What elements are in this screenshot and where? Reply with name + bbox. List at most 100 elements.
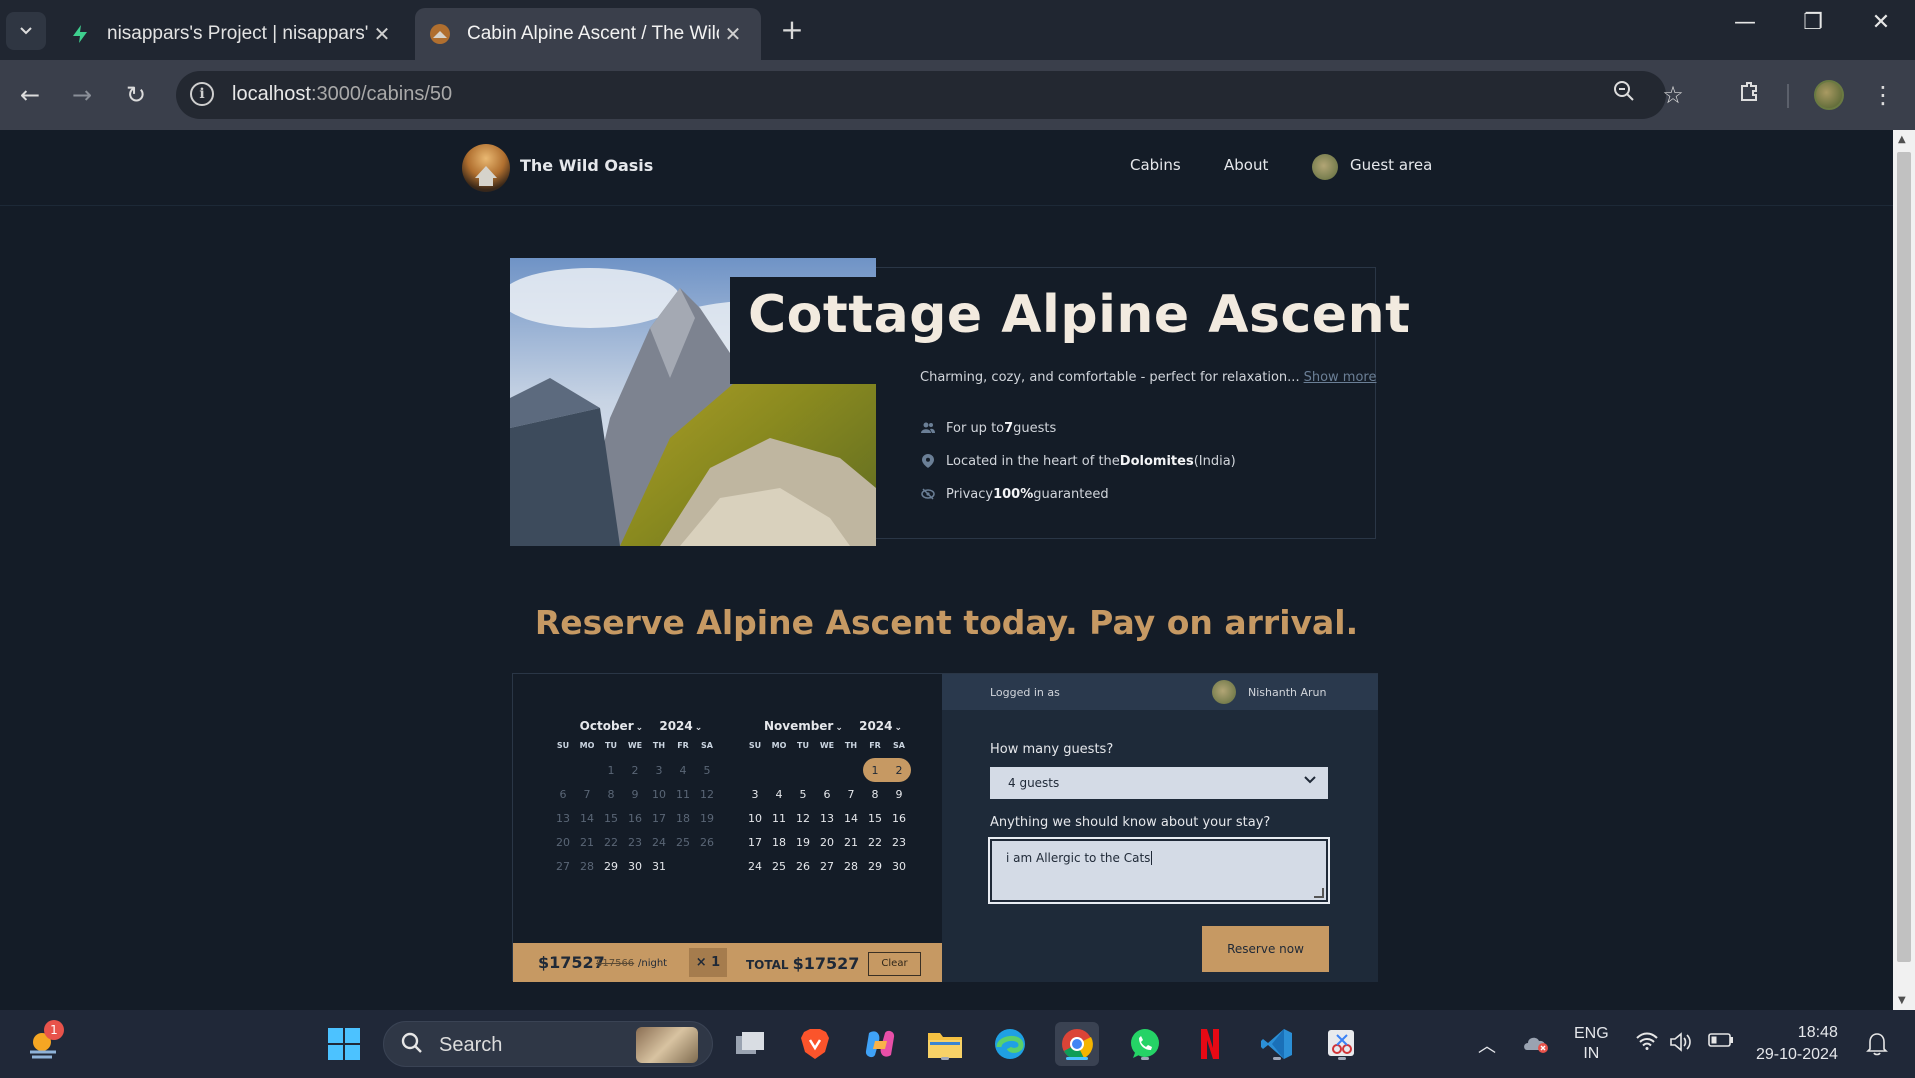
calendar-day[interactable]: 17 bbox=[743, 830, 767, 854]
address-bar[interactable]: i localhost:3000/cabins/50 bbox=[176, 71, 1666, 119]
windows-start-icon[interactable] bbox=[322, 1022, 366, 1066]
clear-button[interactable]: Clear bbox=[868, 952, 921, 976]
tab-supabase-project[interactable]: nisappars's Project | nisappars's ✕ bbox=[55, 8, 410, 60]
calendar-day[interactable]: 15 bbox=[863, 806, 887, 830]
calendar-day[interactable]: 24 bbox=[743, 854, 767, 878]
nav-about[interactable]: About bbox=[1224, 156, 1268, 174]
calendar-day[interactable]: 8 bbox=[863, 782, 887, 806]
close-tab-icon[interactable]: ✕ bbox=[368, 22, 396, 46]
scroll-down-arrow-icon[interactable]: ▼ bbox=[1898, 995, 1906, 1006]
battery-icon[interactable] bbox=[1708, 1032, 1734, 1053]
calendar-day[interactable]: 10 bbox=[743, 806, 767, 830]
site-info-icon[interactable]: i bbox=[190, 82, 214, 106]
netflix-icon[interactable] bbox=[1188, 1022, 1232, 1066]
calendar-day[interactable]: 30 bbox=[887, 854, 911, 878]
file-explorer-icon[interactable] bbox=[923, 1022, 967, 1066]
forward-icon[interactable]: → bbox=[62, 76, 102, 114]
calendar-day[interactable]: 6 bbox=[815, 782, 839, 806]
minimize-icon[interactable]: — bbox=[1720, 10, 1770, 35]
cabin-description: Charming, cozy, and comfortable - perfec… bbox=[920, 370, 1376, 385]
chrome-browser-icon[interactable] bbox=[1055, 1022, 1099, 1066]
year-select[interactable]: 2024 bbox=[659, 719, 692, 733]
tab-search-button[interactable] bbox=[6, 12, 46, 50]
brand-name[interactable]: The Wild Oasis bbox=[520, 156, 653, 175]
wifi-icon[interactable] bbox=[1636, 1032, 1658, 1055]
observations-textarea[interactable]: i am Allergic to the Cats bbox=[988, 837, 1330, 904]
input-language[interactable]: ENG IN bbox=[1574, 1024, 1609, 1064]
volume-icon[interactable] bbox=[1670, 1032, 1694, 1057]
calendar-day[interactable]: 27 bbox=[815, 854, 839, 878]
calendar-day[interactable]: 22 bbox=[863, 830, 887, 854]
reserve-now-button[interactable]: Reserve now bbox=[1202, 926, 1329, 972]
calendar-day[interactable]: 9 bbox=[887, 782, 911, 806]
window-close-icon[interactable]: ✕ bbox=[1856, 10, 1906, 35]
calendar-day[interactable]: 7 bbox=[839, 782, 863, 806]
calendar-day[interactable]: 25 bbox=[767, 854, 791, 878]
restore-icon[interactable]: ❐ bbox=[1788, 10, 1838, 35]
show-more-link[interactable]: Show more bbox=[1304, 370, 1377, 385]
year-select[interactable]: 2024 bbox=[859, 719, 892, 733]
calendar-month-october: October ⌄ 2024 ⌄ SU MO TU WE TH FR SA 1234567891… bbox=[551, 719, 731, 878]
calendar-day[interactable]: 30 bbox=[623, 854, 647, 878]
copilot-icon[interactable] bbox=[858, 1022, 902, 1066]
url-text[interactable]: localhost:3000/cabins/50 bbox=[232, 83, 452, 106]
guests-select[interactable]: 4 guests bbox=[990, 767, 1328, 799]
calendar-day[interactable]: 28 bbox=[839, 854, 863, 878]
calendar-day[interactable]: 29 bbox=[863, 854, 887, 878]
calendar-day[interactable]: 20 bbox=[815, 830, 839, 854]
profile-avatar[interactable] bbox=[1814, 80, 1844, 110]
calendar-day[interactable]: 3 bbox=[743, 782, 767, 806]
calendar-day[interactable]: 5 bbox=[791, 782, 815, 806]
calendar-day[interactable]: 29 bbox=[599, 854, 623, 878]
nav-guest-area[interactable]: Guest area bbox=[1350, 156, 1432, 174]
nav-cabins[interactable]: Cabins bbox=[1130, 156, 1181, 174]
calendar-day[interactable]: 12 bbox=[791, 806, 815, 830]
calendar-day[interactable]: 1 bbox=[863, 758, 887, 782]
calendar-day[interactable]: 18 bbox=[767, 830, 791, 854]
calendar-day[interactable]: 16 bbox=[887, 806, 911, 830]
wild-oasis-logo[interactable] bbox=[462, 144, 510, 192]
calendar-day[interactable]: 14 bbox=[839, 806, 863, 830]
onedrive-error-icon[interactable] bbox=[1522, 1032, 1550, 1059]
brave-browser-icon[interactable] bbox=[793, 1022, 837, 1066]
calendar-day: 2 bbox=[631, 763, 639, 777]
vscode-icon[interactable] bbox=[1255, 1022, 1299, 1066]
resize-handle[interactable] bbox=[1314, 888, 1324, 898]
guest-avatar[interactable] bbox=[1312, 154, 1338, 180]
bookmark-star-icon[interactable]: ☆ bbox=[1656, 78, 1690, 112]
extensions-icon[interactable] bbox=[1732, 78, 1766, 112]
toolbar-divider bbox=[1787, 84, 1789, 108]
system-clock[interactable]: 18:48 29-10-2024 bbox=[1756, 1022, 1838, 1066]
scrollbar-thumb[interactable] bbox=[1897, 152, 1911, 962]
snipping-tool-icon[interactable] bbox=[1320, 1022, 1364, 1066]
reload-icon[interactable]: ↻ bbox=[116, 76, 156, 114]
tab-cabin-alpine-ascent[interactable]: Cabin Alpine Ascent / The Wild ✕ bbox=[415, 8, 761, 60]
show-hidden-icons-chevron-icon[interactable]: ︿ bbox=[1478, 1032, 1496, 1058]
notification-center-icon[interactable] bbox=[1866, 1032, 1888, 1061]
calendar-day[interactable]: 23 bbox=[887, 830, 911, 854]
calendar-day[interactable]: 26 bbox=[791, 854, 815, 878]
close-tab-icon[interactable]: ✕ bbox=[719, 22, 747, 46]
new-tab-button[interactable]: + bbox=[775, 14, 809, 48]
edge-browser-icon[interactable] bbox=[988, 1022, 1032, 1066]
calendar-day[interactable]: 2 bbox=[887, 758, 911, 782]
calendar-day[interactable]: 13 bbox=[815, 806, 839, 830]
month-select[interactable]: October bbox=[580, 719, 634, 733]
calendar-day[interactable]: 21 bbox=[839, 830, 863, 854]
taskbar-search[interactable]: Search bbox=[383, 1021, 713, 1067]
calendar-day[interactable]: 31 bbox=[647, 854, 671, 878]
whatsapp-icon[interactable] bbox=[1123, 1022, 1167, 1066]
chevron-down-icon: ⌄ bbox=[694, 723, 703, 733]
web-page: The Wild Oasis Cabins About Guest area C… bbox=[0, 130, 1893, 1010]
month-select[interactable]: November bbox=[764, 719, 833, 733]
page-scrollbar[interactable]: ▲ ▼ bbox=[1893, 130, 1915, 1010]
calendar-day[interactable]: 19 bbox=[791, 830, 815, 854]
calendar-day[interactable]: 4 bbox=[767, 782, 791, 806]
weekday-label: SU bbox=[556, 741, 570, 750]
calendar-day[interactable]: 11 bbox=[767, 806, 791, 830]
zoom-icon[interactable] bbox=[1607, 78, 1641, 112]
task-view-icon[interactable] bbox=[728, 1022, 772, 1066]
back-icon[interactable]: ← bbox=[10, 76, 50, 114]
scroll-up-arrow-icon[interactable]: ▲ bbox=[1898, 134, 1906, 145]
menu-kebab-icon[interactable]: ⋮ bbox=[1866, 78, 1900, 112]
